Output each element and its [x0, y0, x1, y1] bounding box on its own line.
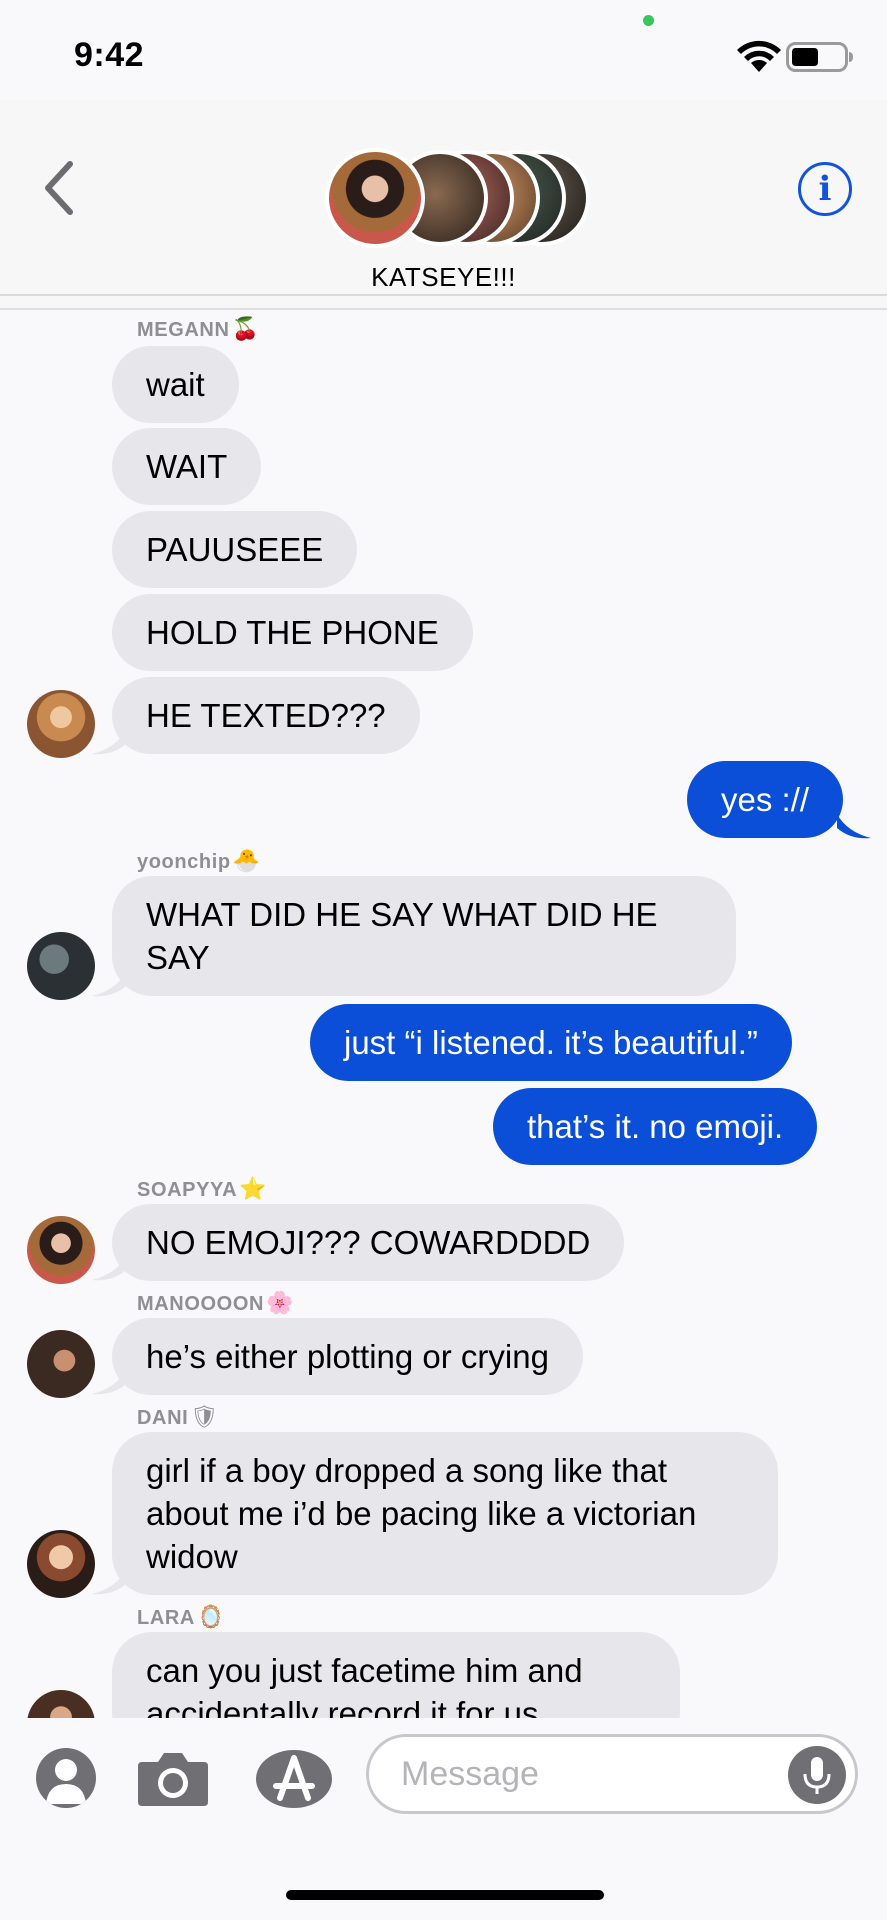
- incoming-message[interactable]: WHAT DID HE SAY WHAT DID HE SAY: [112, 876, 736, 996]
- incoming-message[interactable]: HE TEXTED???: [112, 677, 420, 754]
- incoming-message[interactable]: wait: [112, 346, 239, 423]
- bubble-tail: [92, 972, 126, 997]
- sender-avatar[interactable]: [27, 1216, 95, 1284]
- sender-avatar[interactable]: [27, 690, 95, 758]
- incoming-message[interactable]: NO EMOJI??? COWARDDDD: [112, 1204, 625, 1281]
- sender-avatar[interactable]: [27, 932, 95, 1000]
- sender-name: DANI🛡: [137, 1404, 219, 1429]
- sender-avatar[interactable]: [27, 1530, 95, 1598]
- outgoing-message[interactable]: that’s it. no emoji.: [493, 1088, 818, 1165]
- group-avatar-stack[interactable]: [320, 148, 590, 250]
- outgoing-message[interactable]: just “i listened. it’s beautiful.”: [310, 1004, 792, 1081]
- header-divider: [0, 294, 887, 310]
- home-indicator[interactable]: [286, 1890, 604, 1900]
- sender-avatar[interactable]: [27, 1690, 95, 1720]
- compose-bar: [0, 1718, 887, 1858]
- bubble-tail: [92, 1570, 126, 1595]
- sender-name: SOAPYYA⭐: [137, 1176, 268, 1201]
- contact-icon[interactable]: [36, 1748, 96, 1808]
- sender-name: yoonchip🐣: [137, 848, 261, 873]
- battery-icon: [786, 42, 853, 72]
- camera-indicator-dot: [643, 15, 654, 26]
- app-store-icon[interactable]: [254, 1748, 334, 1810]
- incoming-message[interactable]: can you just facetime him and accidental…: [112, 1632, 680, 1720]
- info-icon[interactable]: i: [798, 162, 852, 216]
- bubble-tail: [92, 1256, 126, 1281]
- back-chevron-icon[interactable]: [36, 158, 84, 218]
- incoming-message[interactable]: HOLD THE PHONE: [112, 594, 473, 671]
- group-name[interactable]: KATSEYE!!!: [0, 262, 887, 293]
- incoming-message[interactable]: he’s either plotting or crying: [112, 1318, 583, 1395]
- message-list[interactable]: MEGANN🍒 wait WAIT PAUUSEEE HOLD THE PHON…: [0, 312, 887, 1720]
- status-time: 9:42: [74, 36, 145, 74]
- microphone-icon[interactable]: [788, 1746, 846, 1804]
- sender-name: MEGANN🍒: [137, 316, 260, 341]
- bubble-tail: [92, 1370, 126, 1395]
- camera-icon[interactable]: [136, 1750, 210, 1808]
- outgoing-message[interactable]: yes ://: [687, 761, 844, 838]
- status-bar: 9:42: [0, 0, 887, 100]
- incoming-message[interactable]: PAUUSEEE: [112, 511, 358, 588]
- wifi-icon: [737, 40, 781, 72]
- sender-avatar[interactable]: [27, 1330, 95, 1398]
- message-input[interactable]: [366, 1734, 858, 1814]
- group-member-avatar: [325, 148, 425, 248]
- bubble-tail: [837, 814, 871, 839]
- sender-name: MANOOOON🌸: [137, 1290, 295, 1315]
- incoming-message[interactable]: WAIT: [112, 428, 262, 505]
- sender-name: LARA🪞: [137, 1604, 225, 1629]
- conversation-header: KATSEYE!!! i: [0, 100, 887, 296]
- incoming-message[interactable]: girl if a boy dropped a song like that a…: [112, 1432, 778, 1595]
- bubble-tail: [92, 730, 126, 755]
